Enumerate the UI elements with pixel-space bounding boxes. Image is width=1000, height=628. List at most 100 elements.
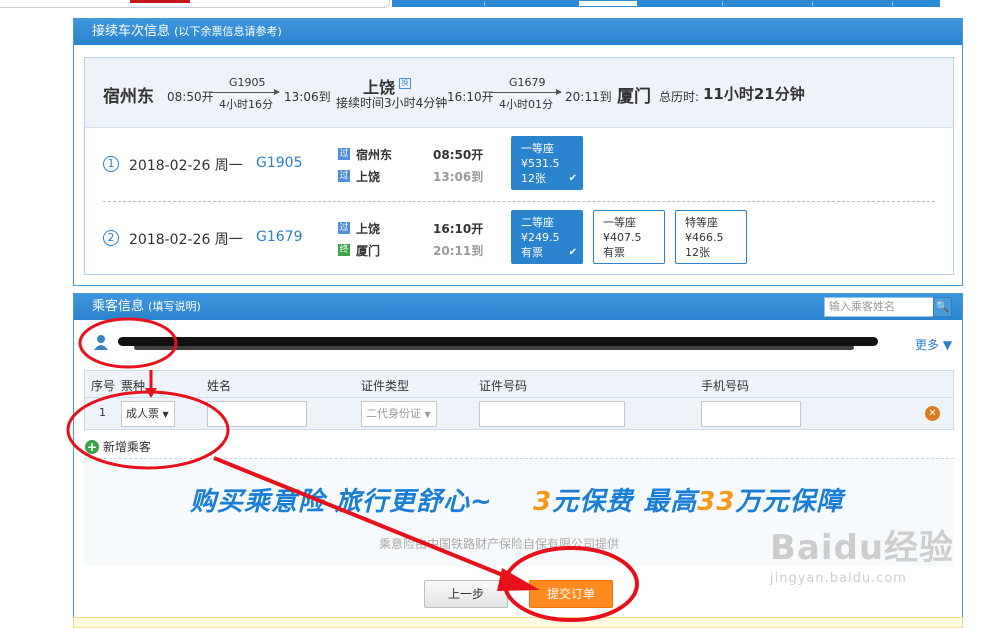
- leg1-arrow: [209, 89, 280, 95]
- passenger-panel-title: 乘客信息: [92, 299, 145, 314]
- ticket-type-select[interactable]: 成人票 ▼: [121, 401, 175, 427]
- dropdown-arrow-icon: ▼: [162, 410, 169, 419]
- passenger-search-input[interactable]: 输入乘客姓名: [824, 297, 934, 317]
- leg-index-badge: 1: [103, 156, 119, 172]
- total-duration-label: 总历时:: [659, 90, 700, 104]
- to-station: 厦门: [617, 87, 651, 107]
- user-icon: [94, 334, 108, 350]
- passenger-panel-note[interactable]: (填写说明): [148, 300, 201, 313]
- add-passenger-label: 新增乘客: [102, 440, 151, 454]
- seat-option-premium-class[interactable]: 特等座 ¥466.5 12张: [675, 210, 747, 264]
- leg1-duration: 4小时16分: [219, 98, 273, 111]
- phone-input[interactable]: [701, 401, 801, 427]
- seat-option-second-class[interactable]: 二等座 ¥249.5 有票 ✔: [511, 210, 583, 264]
- seat-class: 一等座: [603, 216, 636, 229]
- seat-availability: 有票: [603, 246, 625, 259]
- headline-part: 元保费 最高: [552, 487, 698, 517]
- col-ticket-type: 票种: [121, 379, 146, 393]
- trip-summary: 宿州东 08:50开 G1905 4小时16分 13:06到 上饶 换 接续时间…: [85, 58, 953, 128]
- stop-time: 13:06到: [433, 170, 484, 184]
- seat-option-first-class[interactable]: 一等座 ¥531.5 12张 ✔: [511, 136, 583, 190]
- seat-price: ¥249.5: [521, 231, 560, 244]
- leg2-duration: 4小时01分: [499, 98, 553, 111]
- from-station: 宿州东: [103, 87, 154, 107]
- leg2-depart-time: 16:10开: [447, 90, 494, 104]
- headline-part: 购买乘意险 旅行更舒心~: [190, 487, 493, 517]
- leg-date: 2018-02-26 周一: [129, 232, 243, 248]
- seat-class: 特等座: [685, 216, 718, 229]
- main-nav-bar[interactable]: [392, 0, 940, 7]
- pass-station-icon: 过: [338, 148, 350, 160]
- leg1-depart-time: 08:50开: [167, 90, 214, 104]
- submit-order-button[interactable]: 提交订单: [529, 580, 613, 608]
- stop-station: 上饶: [356, 222, 381, 236]
- id-type-value: 二代身份证: [366, 407, 421, 420]
- dropdown-arrow-icon: ▼: [424, 410, 431, 419]
- transfer-panel-note: (以下余票信息请参考): [174, 25, 282, 38]
- pass-station-icon: 过: [338, 170, 350, 182]
- nav-tab-active[interactable]: [578, 0, 638, 7]
- add-passenger-button[interactable]: + 新增乘客: [85, 438, 151, 455]
- seat-class: 一等座: [521, 142, 554, 155]
- ticket-type-value: 成人票: [126, 407, 159, 420]
- insurance-headline: 购买乘意险 旅行更舒心~ 3元保费 最高33万元保障: [190, 481, 843, 518]
- baidu-jingyan-watermark: Baidu经验 jingyan.baidu.com: [770, 520, 954, 586]
- site-logo-area: [0, 0, 390, 8]
- stop-station: 上饶: [356, 170, 381, 184]
- leg2-arrow: [491, 89, 562, 95]
- transfer-icon: 换: [399, 78, 411, 89]
- leg-divider: [103, 201, 935, 202]
- stop-time: 16:10开: [433, 222, 484, 236]
- id-type-select[interactable]: 二代身份证 ▼: [361, 401, 437, 427]
- more-label: 更多: [915, 338, 940, 352]
- col-phone: 手机号码: [701, 379, 750, 393]
- transfer-wait-time: 接续时间3小时4分钟: [336, 96, 448, 110]
- passenger-panel-header: 乘客信息 (填写说明) 输入乘客姓名 🔍: [74, 294, 962, 320]
- redaction-scribble: [134, 345, 854, 350]
- transfer-panel-title: 接续车次信息: [92, 24, 171, 39]
- check-icon: ✔: [568, 173, 577, 184]
- check-icon: ✔: [568, 247, 577, 258]
- pass-station-icon: 过: [338, 222, 350, 234]
- top-navigation: [0, 0, 1000, 8]
- col-id-number: 证件号码: [479, 379, 528, 393]
- col-name: 姓名: [207, 379, 232, 393]
- leg-index-badge: 2: [103, 230, 119, 246]
- seat-price: ¥466.5: [685, 231, 724, 244]
- caret-down-icon: ▼: [942, 338, 953, 352]
- headline-part: 万元保障: [735, 487, 844, 517]
- leg-date: 2018-02-26 周一: [129, 158, 243, 174]
- remove-passenger-icon[interactable]: ✕: [925, 406, 940, 421]
- leg-train-link[interactable]: G1905: [256, 155, 302, 171]
- name-input[interactable]: [207, 401, 307, 427]
- col-id-type: 证件类型: [361, 379, 410, 393]
- seat-class: 二等座: [521, 216, 554, 229]
- watermark-url: jingyan.baidu.com: [770, 571, 907, 586]
- leg-train-link[interactable]: G1679: [256, 229, 302, 245]
- seat-price: ¥531.5: [521, 157, 560, 170]
- col-index: 序号: [91, 379, 116, 393]
- total-duration-value: 11小时21分钟: [703, 85, 805, 103]
- id-number-input[interactable]: [479, 401, 625, 427]
- seat-price: ¥407.5: [603, 231, 642, 244]
- passenger-table-header: 序号 票种 姓名 证件类型 证件号码 手机号码: [84, 370, 954, 398]
- row-index: 1: [99, 406, 106, 419]
- seat-option-first-class[interactable]: 一等座 ¥407.5 有票: [593, 210, 665, 264]
- previous-step-button[interactable]: 上一步: [424, 580, 508, 608]
- search-icon[interactable]: 🔍: [933, 297, 952, 317]
- leg2-train-number: G1679: [509, 76, 546, 89]
- plus-icon: +: [85, 440, 99, 454]
- stop-station: 厦门: [356, 244, 381, 258]
- headline-amount: 33: [697, 487, 736, 517]
- leg1-arrive-time: 13:06到: [284, 90, 331, 104]
- terminal-station-icon: 终: [338, 244, 350, 256]
- watermark-brand: Baidu经验: [770, 528, 955, 568]
- leg2-arrive-time: 20:11到: [565, 90, 612, 104]
- notice-strip: [73, 617, 963, 628]
- trip-details: 宿州东 08:50开 G1905 4小时16分 13:06到 上饶 换 接续时间…: [84, 57, 954, 275]
- headline-price: 3: [533, 487, 553, 517]
- insurance-provider: 乘意险由中国铁路财产保险自保有限公司提供: [379, 537, 620, 551]
- transfer-info-panel: 接续车次信息 (以下余票信息请参考) 宿州东 08:50开 G1905 4小时1…: [73, 18, 963, 286]
- stop-station: 宿州东: [356, 148, 393, 162]
- more-passengers-link[interactable]: 更多 ▼: [915, 336, 952, 353]
